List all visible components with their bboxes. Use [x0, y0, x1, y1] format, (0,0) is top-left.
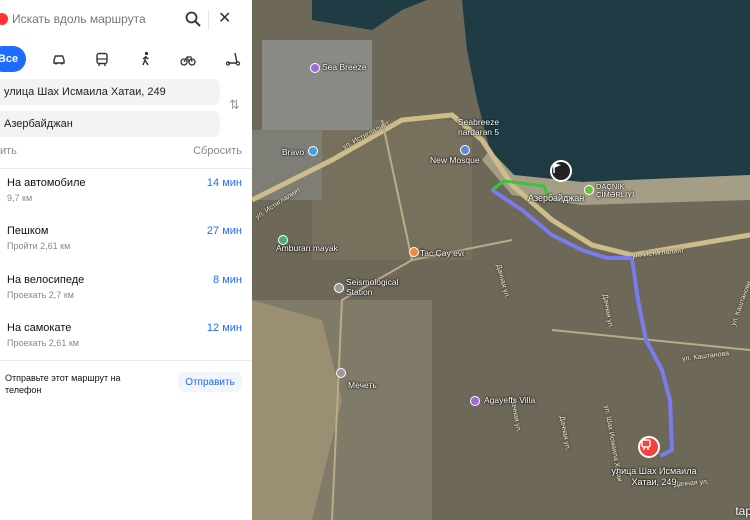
bus-icon[interactable] [91, 46, 113, 72]
send-to-phone: Отправьте этот маршрут на телефон Отправ… [0, 372, 252, 412]
route-start-field[interactable]: улица Шах Исмаила Хатаи, 249 [0, 79, 220, 105]
poi-marker[interactable] [470, 396, 480, 406]
send-to-phone-text: Отправьте этот маршрут на телефон [5, 373, 121, 395]
poi-marker[interactable] [310, 63, 320, 73]
poi-label: Amburan mayak [276, 243, 338, 253]
poi-marker[interactable] [584, 185, 594, 195]
poi-label: Bravo [282, 147, 305, 157]
transport-mode-tabs: Все [0, 46, 252, 72]
swap-icon[interactable]: ⇅ [229, 97, 240, 113]
finish-flag-icon[interactable] [550, 160, 572, 182]
poi-marker[interactable] [308, 146, 318, 156]
map-canvas [252, 0, 750, 520]
route-panel: Искать вдоль маршрута ✕ Все улица Шах Ис… [0, 0, 252, 520]
poi-label: Sea Breeze [322, 62, 367, 72]
pedestrian-icon[interactable] [135, 46, 157, 72]
poi-label: Agayeffs Villa [484, 395, 536, 405]
car-icon[interactable] [48, 46, 70, 72]
route-name: На самокате [7, 322, 72, 334]
divider [0, 168, 252, 169]
send-button[interactable]: Отправить [178, 372, 242, 392]
route-search-bar[interactable]: Искать вдоль маршрута ✕ [0, 4, 244, 34]
route-option-bike[interactable]: На велосипеде Проехать 2,7 км 8 мин [0, 274, 252, 322]
route-option-scooter[interactable]: На самокате Проехать 2,61 км 12 мин [0, 322, 252, 370]
bicycle-icon[interactable] [177, 46, 199, 72]
route-option-car[interactable]: На автомобиле 9,7 км 14 мин [0, 177, 252, 225]
map-logo: tap [735, 504, 750, 518]
route-name: На велосипеде [7, 274, 85, 286]
poi-label: DAÇNİK ÇİMƏRLİYİ [596, 182, 635, 199]
poi-label: New Mosque [430, 155, 480, 165]
poi-marker[interactable] [334, 283, 344, 293]
scooter-icon[interactable] [222, 46, 244, 72]
route-distance: Проехать 2,61 км [7, 338, 79, 348]
add-point-link[interactable]: авить [0, 145, 17, 157]
divider [208, 10, 209, 30]
sea-area [462, 0, 750, 182]
route-time: 8 мин [213, 274, 242, 286]
route-distance: Пройти 2,61 км [7, 241, 71, 251]
reset-link[interactable]: Сбросить [193, 145, 242, 157]
route-time: 12 мин [206, 322, 242, 334]
route-name: На автомобиле [7, 177, 86, 189]
satellite-map[interactable]: ул. Истиглалият ул. Истиглалият ул. Исти… [252, 0, 750, 520]
route-time: 27 мин [206, 225, 242, 237]
close-icon[interactable]: ✕ [218, 11, 231, 27]
destination-label: улица Шах Исмаила Хатаи, 249 [611, 466, 697, 487]
destination-pin-icon[interactable] [638, 436, 660, 458]
route-name: Пешком [7, 225, 49, 237]
search-input[interactable]: Искать вдоль маршрута [12, 12, 146, 26]
route-time: 14 мин [206, 177, 242, 189]
poi-marker[interactable] [336, 368, 346, 378]
divider [0, 360, 252, 361]
route-distance: Проехать 2,7 км [7, 290, 74, 300]
route-end-field[interactable]: Азербайджан [0, 111, 220, 137]
poi-label: Tac Çay evi [420, 248, 464, 258]
route-option-walk[interactable]: Пешком Пройти 2,61 км 27 мин [0, 225, 252, 273]
tab-all[interactable]: Все [0, 46, 26, 72]
search-icon[interactable] [184, 10, 202, 28]
poi-label: Seismological Station [346, 277, 399, 297]
route-distance: 9,7 км [7, 193, 33, 203]
route-actions: авить Сбросить [0, 145, 252, 159]
start-point-label: Азербайджан [528, 193, 585, 203]
poi-marker[interactable] [409, 247, 419, 257]
poi-marker[interactable] [460, 145, 470, 155]
poi-label: Seabreeze nardaran 5 [458, 117, 500, 137]
location-pin-icon [0, 13, 8, 25]
poi-label: Мечеть [348, 380, 377, 390]
